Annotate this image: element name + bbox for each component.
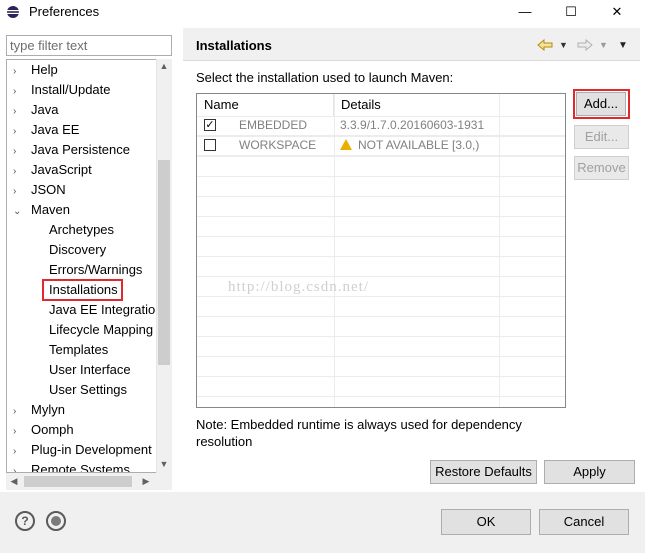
collapsed-arrow-icon[interactable]: › <box>13 122 25 142</box>
installation-checkbox[interactable] <box>204 139 216 151</box>
tree-item[interactable]: › Java Persistence <box>13 140 130 160</box>
tree-item-label: Archetypes <box>49 222 115 237</box>
installation-name: WORKSPACE <box>239 138 317 152</box>
tree-item[interactable]: › Help <box>13 60 58 80</box>
tree-item[interactable]: Errors/Warnings <box>43 260 142 280</box>
installations-table[interactable]: Name Details ✓ EMBEDDED 3.3.9/1.7.0.201606… <box>196 93 566 408</box>
tree-item[interactable]: › Install/Update <box>13 80 111 100</box>
tree-item[interactable]: › Plug-in Development <box>13 440 152 460</box>
tree-item[interactable]: › Oomph <box>13 420 74 440</box>
collapsed-arrow-icon[interactable]: › <box>13 402 25 422</box>
warning-icon <box>340 139 352 150</box>
window-title: Preferences <box>29 4 100 19</box>
tree-item[interactable]: User Interface <box>43 360 131 380</box>
minimize-button[interactable]: — <box>502 0 548 24</box>
collapsed-arrow-icon[interactable]: › <box>13 142 25 162</box>
scroll-down-icon[interactable]: ▼ <box>157 459 171 469</box>
forward-dropdown-icon[interactable]: ▼ <box>599 40 608 50</box>
tree-item-label: Plug-in Development <box>31 442 152 457</box>
expanded-arrow-icon[interactable]: ⌄ <box>13 202 25 222</box>
table-row[interactable]: WORKSPACE NOT AVAILABLE [3.0,) <box>197 136 565 156</box>
restore-defaults-button[interactable]: Restore Defaults <box>430 460 537 484</box>
tree-item-label: Install/Update <box>31 82 111 97</box>
record-icon[interactable] <box>46 511 66 531</box>
tree-item-label: Discovery <box>49 242 107 257</box>
tree-item-label: Java EE <box>31 122 80 137</box>
title-bar: Preferences — ☐ ✕ <box>0 0 645 24</box>
help-icon[interactable]: ? <box>15 511 35 531</box>
column-header-details[interactable]: Details <box>334 94 500 116</box>
collapsed-arrow-icon[interactable]: › <box>13 462 25 472</box>
tree-item-label: Mylyn <box>31 402 65 417</box>
eclipse-app-icon <box>7 6 19 18</box>
tree-item[interactable]: ⌄ Maven <box>13 200 70 220</box>
tree-item-label: User Interface <box>49 362 131 377</box>
tree-item-label: Lifecycle Mapping <box>49 322 154 337</box>
tree-item[interactable]: Templates <box>43 340 108 360</box>
tree-item-label: Templates <box>49 342 109 357</box>
maximize-button[interactable]: ☐ <box>548 0 594 24</box>
collapsed-arrow-icon[interactable]: › <box>13 442 25 462</box>
tree-item[interactable]: User Settings <box>43 380 127 400</box>
tree-horizontal-scroll-thumb[interactable] <box>24 476 132 487</box>
installation-details: 3.3.9/1.7.0.20160603-1931 <box>340 118 485 132</box>
collapsed-arrow-icon[interactable]: › <box>13 182 25 202</box>
tree-item-label: Java Persistence <box>31 142 130 157</box>
tree-item-label: Java EE Integration <box>49 302 163 317</box>
watermark: http://blog.csdn.net/ <box>228 279 369 295</box>
tree-item[interactable]: › Java <box>13 100 58 120</box>
tree-item-label: Oomph <box>31 422 74 437</box>
tree-item[interactable]: Lifecycle Mapping <box>43 320 153 340</box>
tree-item[interactable]: Archetypes <box>43 220 114 240</box>
tree-item-label: Remote Systems <box>31 462 130 473</box>
tree-item[interactable]: › Mylyn <box>13 400 65 420</box>
highlight-installations <box>42 279 123 301</box>
note-text: Note: Embedded runtime is always used fo… <box>196 417 522 449</box>
tree-item-label: JSON <box>31 182 66 197</box>
tree-item[interactable]: › JavaScript <box>13 160 92 180</box>
tree-item-label: JavaScript <box>31 162 92 177</box>
ok-button[interactable]: OK <box>441 509 531 535</box>
tree-item[interactable]: › Remote Systems <box>13 460 130 473</box>
tree-item[interactable]: › JSON <box>13 180 66 200</box>
collapsed-arrow-icon[interactable]: › <box>13 422 25 442</box>
tree-item-label: Maven <box>31 202 71 217</box>
edit-button[interactable]: Edit... <box>574 125 629 149</box>
tree-item-label: Errors/Warnings <box>49 262 143 277</box>
forward-arrow-icon[interactable] <box>577 39 593 51</box>
apply-button[interactable]: Apply <box>544 460 635 484</box>
scroll-up-icon[interactable]: ▲ <box>157 61 171 71</box>
installation-name: EMBEDDED <box>239 118 308 132</box>
close-button[interactable]: ✕ <box>594 0 640 24</box>
scroll-right-icon[interactable]: ▶ <box>139 476 153 487</box>
tree-item[interactable]: Discovery <box>43 240 106 260</box>
tree-item[interactable]: › Java EE <box>13 120 79 140</box>
tree-item-label: Help <box>31 62 58 77</box>
installation-checkbox[interactable]: ✓ <box>204 119 216 131</box>
back-dropdown-icon[interactable]: ▼ <box>559 40 568 50</box>
collapsed-arrow-icon[interactable]: › <box>13 162 25 182</box>
tree-item-label: User Settings <box>49 382 128 397</box>
tree-item-label: Java <box>31 102 59 117</box>
installation-details: NOT AVAILABLE [3.0,) <box>358 138 480 152</box>
preferences-tree[interactable]: › Help › Install/Update › Java › Java EE › Java P… <box>6 59 172 473</box>
page-title: Installations <box>196 38 272 53</box>
column-header-name[interactable]: Name <box>197 94 334 116</box>
collapsed-arrow-icon[interactable]: › <box>13 102 25 122</box>
collapsed-arrow-icon[interactable]: › <box>13 62 25 82</box>
remove-button[interactable]: Remove <box>574 156 629 180</box>
view-menu-icon[interactable]: ▼ <box>618 40 628 51</box>
back-arrow-icon[interactable] <box>537 39 553 51</box>
tree-vertical-scroll-thumb[interactable] <box>158 160 170 365</box>
collapsed-arrow-icon[interactable]: › <box>13 82 25 102</box>
table-row[interactable]: ✓ EMBEDDED 3.3.9/1.7.0.20160603-1931 <box>197 116 565 136</box>
scroll-left-icon[interactable]: ◀ <box>7 476 21 487</box>
tree-item[interactable]: Java EE Integration <box>43 300 162 320</box>
cancel-button[interactable]: Cancel <box>539 509 629 535</box>
instruction-label: Select the installation used to launch M… <box>196 70 454 85</box>
filter-input[interactable] <box>6 35 172 56</box>
highlight-add <box>573 89 630 119</box>
